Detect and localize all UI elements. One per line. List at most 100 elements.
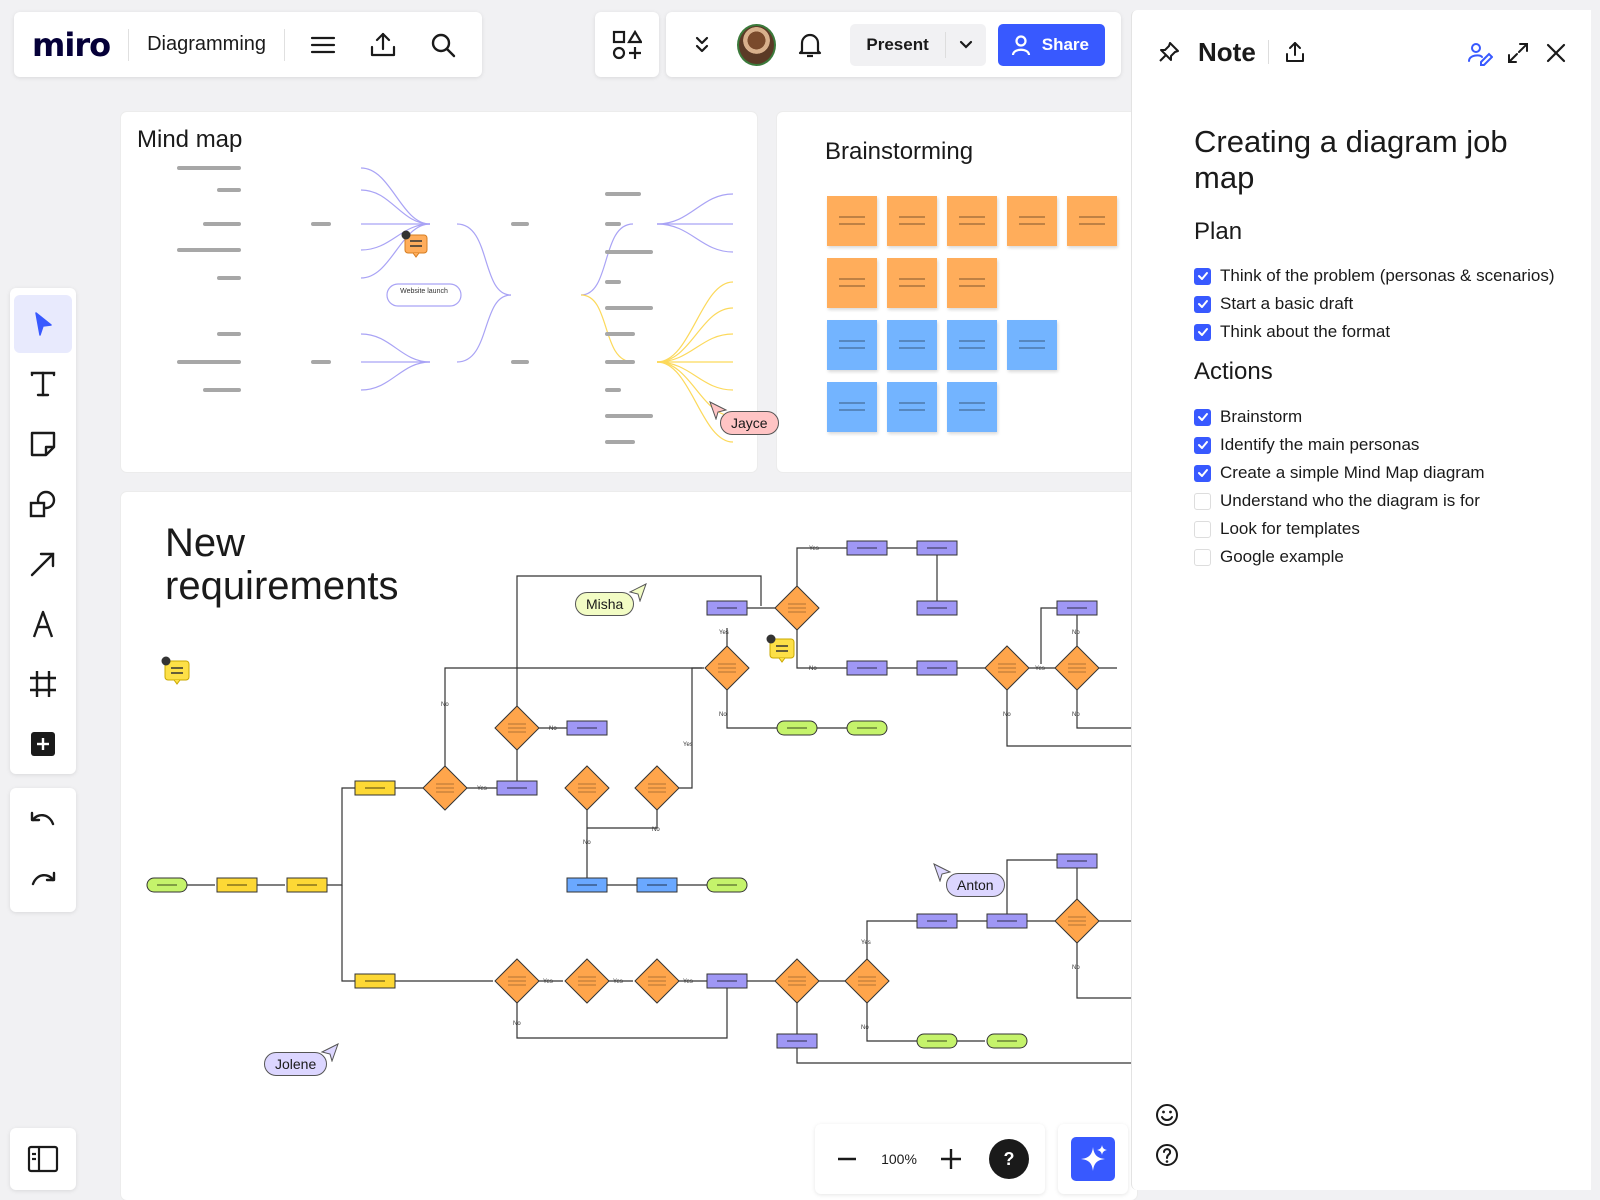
pin-icon[interactable] xyxy=(1154,37,1184,67)
search-icon[interactable] xyxy=(423,25,463,65)
board-name[interactable]: Diagramming xyxy=(147,33,266,56)
sticky-note[interactable] xyxy=(947,196,997,246)
flow-label: No xyxy=(1072,630,1080,636)
bell-icon[interactable] xyxy=(792,25,828,65)
plan-item: Think about the format xyxy=(1194,321,1390,343)
note-heading[interactable]: Creating a diagram job map xyxy=(1194,124,1564,196)
sticky-note[interactable] xyxy=(947,320,997,370)
pen-icon xyxy=(32,610,54,638)
flow-label: Yes xyxy=(1035,666,1045,672)
divider xyxy=(128,28,130,61)
flow-label: No xyxy=(583,840,591,846)
help-icon[interactable] xyxy=(1152,1140,1182,1170)
anton-cursor-tag: Anton xyxy=(946,873,1005,897)
sticky-note[interactable] xyxy=(827,196,877,246)
mindmap-frame[interactable]: Mind map Website launch xyxy=(121,112,757,472)
chevron-double-down-icon[interactable] xyxy=(688,25,715,65)
history-toolbar xyxy=(10,788,76,912)
sticky-note[interactable] xyxy=(827,382,877,432)
comment-icon[interactable] xyxy=(401,230,429,258)
sticky-note[interactable] xyxy=(887,320,937,370)
checkbox[interactable] xyxy=(1194,520,1211,538)
checkbox[interactable] xyxy=(1194,295,1211,313)
sticky-note-tool[interactable] xyxy=(14,415,72,473)
checkbox[interactable] xyxy=(1194,436,1211,454)
action-item-label: Brainstorm xyxy=(1220,407,1303,426)
jayce-cursor-tag: Jayce xyxy=(720,411,779,435)
expand-icon[interactable] xyxy=(1503,38,1533,68)
more-tools-button[interactable] xyxy=(14,715,72,773)
emoji-icon[interactable] xyxy=(1152,1100,1182,1130)
flow-label: No xyxy=(719,712,727,718)
brainstorming-title: Brainstorming xyxy=(825,138,974,165)
upload-icon[interactable] xyxy=(363,25,403,65)
checkbox[interactable] xyxy=(1194,408,1211,426)
pen-tool[interactable] xyxy=(14,595,72,653)
menu-icon[interactable] xyxy=(303,25,343,65)
zoom-out-button[interactable] xyxy=(825,1137,869,1181)
check-icon xyxy=(1197,441,1208,449)
divider xyxy=(284,28,286,61)
sticky-note[interactable] xyxy=(827,320,877,370)
share-button[interactable]: Share xyxy=(997,23,1105,66)
action-item: Identify the main personas xyxy=(1194,434,1419,456)
flow-label: No xyxy=(1003,712,1011,718)
redo-button[interactable] xyxy=(14,852,72,910)
sticky-note[interactable] xyxy=(1007,320,1057,370)
check-icon xyxy=(1197,469,1208,477)
collaborate-icon[interactable] xyxy=(1465,38,1495,68)
action-item: Google example xyxy=(1194,546,1344,568)
action-item: Look for templates xyxy=(1194,518,1360,540)
apps-button[interactable] xyxy=(595,12,659,77)
checkbox[interactable] xyxy=(1194,323,1211,341)
ai-assist-button[interactable] xyxy=(1058,1124,1128,1194)
check-icon xyxy=(1197,328,1208,336)
present-button[interactable]: Present xyxy=(850,24,944,66)
comment-icon[interactable] xyxy=(161,656,191,686)
checkbox[interactable] xyxy=(1194,267,1211,285)
flow-label: No xyxy=(549,726,557,732)
miro-logo[interactable]: miro xyxy=(32,26,111,64)
chevron-down-icon[interactable] xyxy=(946,24,986,66)
upload-icon[interactable] xyxy=(1281,38,1309,66)
checkbox[interactable] xyxy=(1194,492,1211,510)
flow-label: Yes xyxy=(543,979,553,985)
sticky-note[interactable] xyxy=(947,382,997,432)
sticky-note[interactable] xyxy=(887,196,937,246)
plus-icon xyxy=(941,1149,961,1169)
check-icon xyxy=(1197,413,1208,421)
sticky-note[interactable] xyxy=(1007,196,1057,246)
help-button-label: ? xyxy=(1003,1148,1015,1169)
sticky-note[interactable] xyxy=(887,382,937,432)
sticky-note[interactable] xyxy=(1067,196,1117,246)
jolene-cursor-tag: Jolene xyxy=(264,1052,328,1076)
panel-icon xyxy=(27,1145,59,1173)
zoom-level[interactable]: 100% xyxy=(869,1151,929,1167)
sticky-note[interactable] xyxy=(887,258,937,308)
mindmap-center-node-label[interactable]: Website launch xyxy=(387,288,461,295)
connection-tool[interactable] xyxy=(14,535,72,593)
text-tool[interactable] xyxy=(14,355,72,413)
checkbox[interactable] xyxy=(1194,548,1211,566)
frame-icon xyxy=(30,671,56,697)
flow-label: No xyxy=(1072,712,1080,718)
help-button[interactable]: ? xyxy=(989,1139,1029,1179)
shapes-tool[interactable] xyxy=(14,475,72,533)
sticky-note[interactable] xyxy=(827,258,877,308)
board-panel-button[interactable] xyxy=(10,1128,76,1190)
zoom-in-button[interactable] xyxy=(929,1137,973,1181)
present-button-group: Present xyxy=(850,23,986,66)
frame-tool[interactable] xyxy=(14,655,72,713)
sticky-note[interactable] xyxy=(947,258,997,308)
board-toolbar: miro Diagramming xyxy=(14,12,482,77)
note-header: Note xyxy=(1154,36,1309,68)
shapes-icon xyxy=(29,490,56,518)
avatar[interactable] xyxy=(737,23,776,66)
apps-icon xyxy=(612,29,642,59)
checkbox[interactable] xyxy=(1194,464,1211,482)
close-icon[interactable] xyxy=(1541,38,1571,68)
undo-button[interactable] xyxy=(14,792,72,850)
brainstorming-frame[interactable]: Brainstorming xyxy=(777,112,1137,472)
comment-icon[interactable] xyxy=(766,634,796,664)
select-tool[interactable] xyxy=(14,295,72,353)
